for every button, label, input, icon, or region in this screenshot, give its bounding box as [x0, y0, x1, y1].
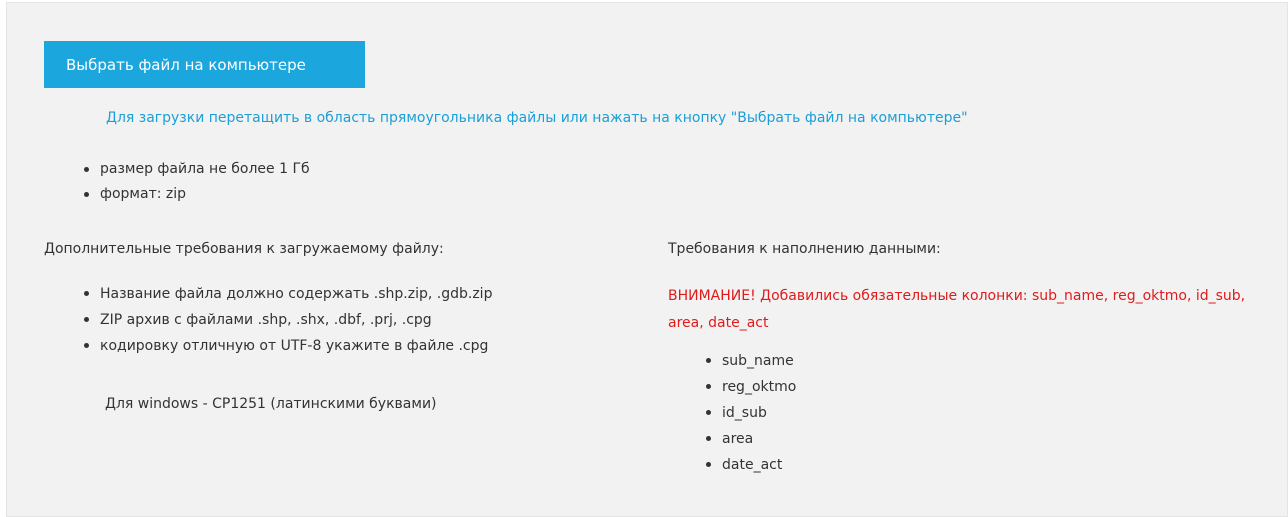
list-item: sub_name	[702, 348, 796, 374]
list-item: формат: zip	[80, 182, 310, 207]
additional-requirements-list: Название файла должно содержать .shp.zip…	[80, 281, 492, 359]
additional-requirements-title: Дополнительные требования к загружаемому…	[44, 241, 444, 257]
windows-encoding-note: Для windows - CP1251 (латинскими буквами…	[105, 396, 437, 412]
list-item: area	[702, 426, 796, 452]
data-requirements-title: Требования к наполнению данными:	[668, 241, 941, 257]
list-item: id_sub	[702, 400, 796, 426]
list-item: кодировку отличную от UTF-8 укажите в фа…	[80, 333, 492, 359]
choose-file-button[interactable]: Выбрать файл на компьютере	[44, 41, 365, 88]
list-item: ZIP архив с файлами .shp, .shx, .dbf, .p…	[80, 307, 492, 333]
required-columns-list: sub_name reg_oktmo id_sub area date_act	[702, 348, 796, 478]
required-columns-warning: ВНИМАНИЕ! Добавились обязательные колонк…	[668, 288, 1246, 331]
basic-requirements-list: размер файла не более 1 Гб формат: zip	[80, 157, 310, 207]
list-item: reg_oktmo	[702, 374, 796, 400]
list-item: Название файла должно содержать .shp.zip…	[80, 281, 492, 307]
list-item: date_act	[702, 452, 796, 478]
list-item: размер файла не более 1 Гб	[80, 157, 310, 182]
drop-hint-text: Для загрузки перетащить в область прямоу…	[106, 110, 968, 126]
